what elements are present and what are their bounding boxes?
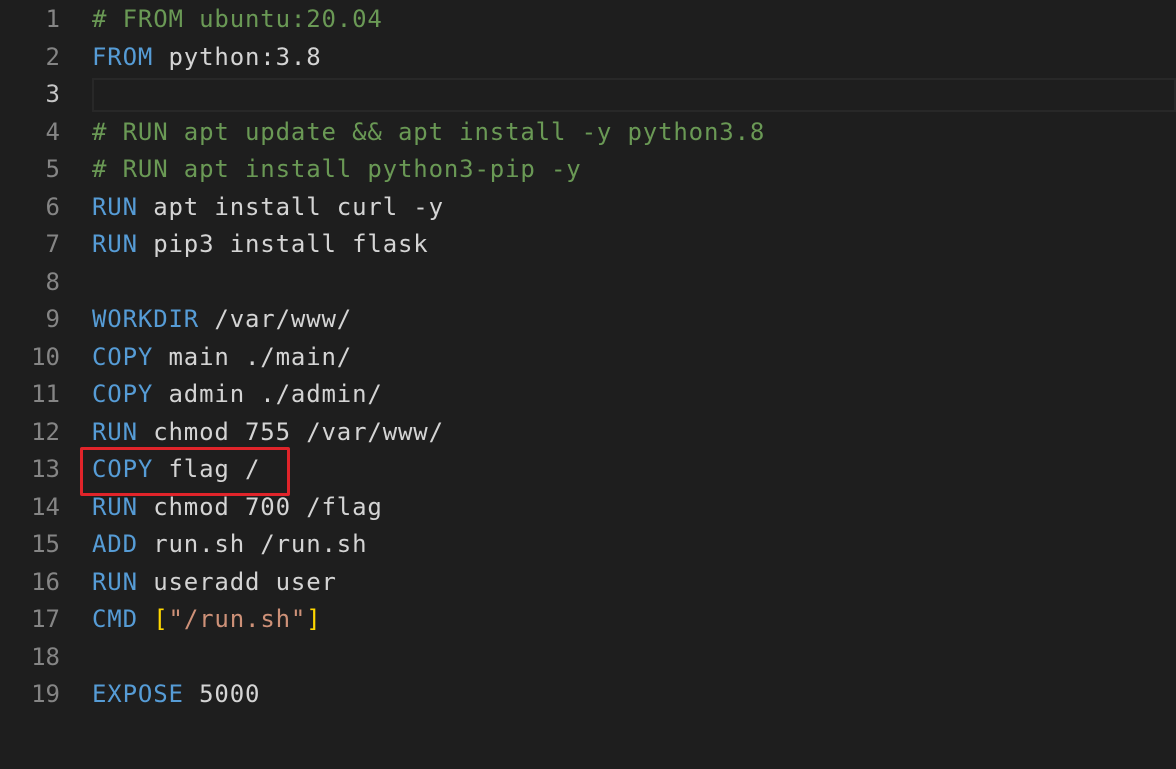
line-content: RUN chmod 755 /var/www/ [92,414,444,452]
text-token: 5000 [183,680,261,708]
keyword-token: RUN [92,492,138,521]
code-line[interactable]: 6 RUN apt install curl -y [0,189,1176,227]
line-number: 9 [45,305,60,333]
line-content: CMD ["/run.sh"] [92,601,322,639]
line-content: WORKDIR /var/www/ [92,301,352,339]
keyword-token: FROM [92,42,154,71]
line-content: FROM python:3.8 [92,39,322,77]
code-line[interactable]: 11 COPY admin ./admin/ [0,376,1176,414]
code-line[interactable]: 17 CMD ["/run.sh"] [0,601,1176,639]
line-number: 7 [45,230,60,258]
bracket-token: ] [306,605,322,633]
keyword-token: COPY [92,342,154,371]
text-token: chmod 700 /flag [137,492,383,521]
line-number: 16 [31,567,60,596]
keyword-token: EXPOSE [92,680,184,708]
code-line[interactable]: 8 [0,264,1176,302]
text-token: python:3.8 [153,42,322,71]
line-number: 13 [31,455,60,483]
line-number: 18 [31,642,60,671]
keyword-token: RUN [92,567,138,596]
line-number: 12 [31,417,60,446]
string-token: "/run.sh" [168,605,307,633]
code-line[interactable]: 4 # RUN apt update && apt install -y pyth… [0,114,1176,152]
line-number: 11 [31,380,60,408]
code-line[interactable]: 15 ADD run.sh /run.sh [0,526,1176,564]
keyword-token: CMD [92,605,138,633]
keyword-token: RUN [92,192,138,221]
text-token: apt install curl -y [137,192,444,221]
line-number: 10 [31,342,60,371]
code-line[interactable]: 9 WORKDIR /var/www/ [0,301,1176,339]
line-content: EXPOSE 5000 [92,676,260,714]
line-content: # RUN apt update && apt install -y pytho… [92,114,765,152]
code-line[interactable]: 12 RUN chmod 755 /var/www/ [0,414,1176,452]
keyword-token: WORKDIR [92,305,200,333]
text-token: pip3 install flask [137,230,429,258]
code-line[interactable]: 19 EXPOSE 5000 [0,676,1176,714]
code-editor[interactable]: 1 # FROM ubuntu:20.04 2 FROM python:3.8 3 4 # … [0,0,1176,769]
line-number: 3 [45,80,60,108]
code-line[interactable]: 5 # RUN apt install python3-pip -y [0,151,1176,189]
line-number: 5 [45,155,60,183]
bracket-token: [ [153,605,169,633]
text-token: run.sh /run.sh [137,530,368,558]
code-line[interactable]: 2 FROM python:3.8 [0,39,1176,77]
code-line[interactable]: 10 COPY main ./main/ [0,339,1176,377]
line-content: ADD run.sh /run.sh [92,526,367,564]
line-content: # RUN apt install python3-pip -y [92,151,582,189]
text-token: main ./main/ [153,342,353,371]
line-number: 4 [45,117,60,146]
line-content: RUN apt install curl -y [92,189,444,227]
line-number: 2 [45,42,60,71]
line-content: COPY main ./main/ [92,339,352,377]
line-content: RUN pip3 install flask [92,226,429,264]
red-highlight-box [80,447,290,496]
line-number: 19 [31,680,60,708]
code-line[interactable]: 7 RUN pip3 install flask [0,226,1176,264]
code-line[interactable]: 1 # FROM ubuntu:20.04 [0,1,1176,39]
line-content: # FROM ubuntu:20.04 [92,1,383,39]
line-number: 15 [31,530,60,558]
comment-token: # FROM ubuntu:20.04 [92,5,383,33]
keyword-token: COPY [92,380,154,408]
comment-token: # RUN apt install python3-pip -y [92,155,582,183]
code-line[interactable]: 16 RUN useradd user [0,564,1176,602]
line-number: 6 [45,192,60,221]
line-content: COPY admin ./admin/ [92,376,383,414]
keyword-token: RUN [92,417,138,446]
line-number: 8 [45,267,60,296]
line-number: 14 [31,492,60,521]
text-token: chmod 755 /var/www/ [137,417,444,446]
text-token: /var/www/ [199,305,353,333]
code-line[interactable]: 18 [0,639,1176,677]
line-content: RUN useradd user [92,564,337,602]
keyword-token: ADD [92,530,138,558]
code-line[interactable]: 3 [0,76,1176,114]
text-token: admin ./admin/ [153,380,383,408]
text-token: useradd user [137,567,337,596]
keyword-token: RUN [92,230,138,258]
line-number: 17 [31,605,60,633]
line-number: 1 [45,5,60,33]
comment-token: # RUN apt update && apt install -y pytho… [92,117,766,146]
